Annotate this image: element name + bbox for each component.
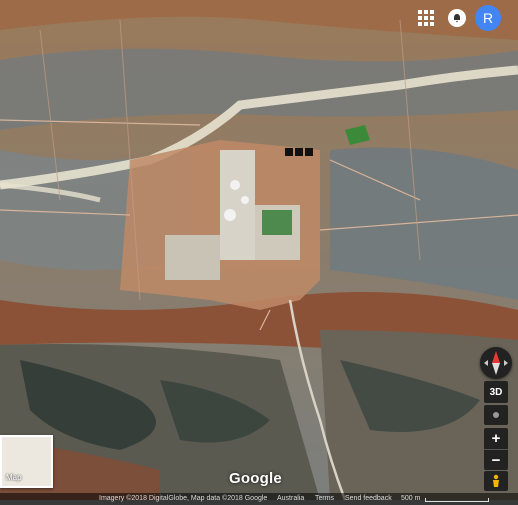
- account-avatar[interactable]: R: [475, 5, 501, 31]
- my-location-icon[interactable]: [484, 405, 508, 425]
- 3d-view-button[interactable]: 3D: [484, 381, 508, 403]
- satellite-map[interactable]: [0, 0, 518, 505]
- zoom-in-button[interactable]: +: [484, 428, 508, 449]
- country-link[interactable]: Australia: [277, 495, 304, 502]
- zoom-control: + −: [484, 428, 508, 470]
- zoom-out-button[interactable]: −: [484, 449, 508, 471]
- google-logo: Google: [229, 470, 282, 487]
- compass-icon[interactable]: [480, 347, 512, 379]
- terms-link[interactable]: Terms: [315, 495, 334, 502]
- map-layer-toggle[interactable]: Map: [0, 435, 53, 488]
- street-view-pegman-icon[interactable]: [484, 471, 508, 491]
- attribution-bar: Imagery ©2018 DigitalGlobe, Map data ©20…: [0, 493, 518, 505]
- apps-grid-icon[interactable]: [416, 8, 436, 28]
- imagery-attribution: Imagery ©2018 DigitalGlobe, Map data ©20…: [99, 495, 268, 502]
- scale-bar: [425, 498, 489, 502]
- notifications-bell-icon[interactable]: [448, 9, 466, 27]
- map-layer-label: Map: [6, 473, 22, 482]
- send-feedback-link[interactable]: Send feedback: [345, 495, 392, 502]
- scale-label: 500 m: [401, 495, 421, 502]
